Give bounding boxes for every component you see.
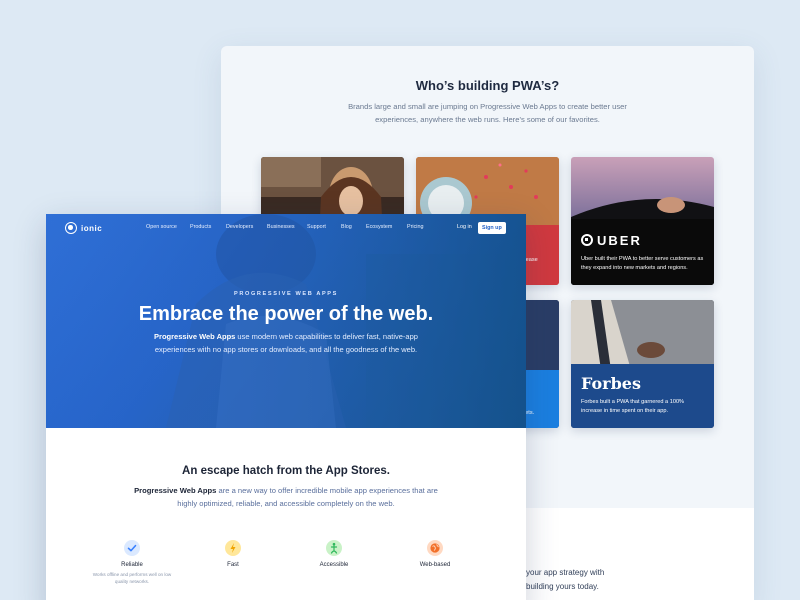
feature-accessible: Accessible (294, 540, 374, 568)
feature-subtext: Works offline and performs well on low q… (92, 572, 172, 584)
strategy-text-line1: your app strategy with (526, 568, 605, 577)
uber-mark-icon (581, 234, 593, 246)
lightning-icon (225, 540, 241, 556)
hero-section: ionic Open source Products Developers Bu… (46, 214, 526, 428)
showcase-description: Brands large and small are jumping on Pr… (348, 102, 627, 124)
nav-ecosystem[interactable]: Ecosystem (366, 224, 392, 230)
signup-button[interactable]: Sign up (478, 222, 506, 234)
accessibility-icon (326, 540, 342, 556)
strategy-text-line2: building yours today. (526, 582, 599, 591)
hero-kicker: PROGRESSIVE WEB APPS (234, 291, 338, 297)
feature-name: Reliable (121, 562, 143, 568)
nav-products[interactable]: Products (190, 224, 211, 230)
check-icon (124, 540, 140, 556)
forbes-tile-caption: Forbes built a PWA that garnered a 100% … (581, 399, 685, 414)
showcase-tile-uber[interactable]: UBER Uber built their PWA to better serv… (571, 157, 714, 285)
top-nav: ionic Open source Products Developers Bu… (46, 214, 526, 242)
escape-title: An escape hatch from the App Stores. (182, 465, 390, 477)
nav-blog[interactable]: Blog (341, 224, 352, 230)
nav-pricing[interactable]: Pricing (407, 224, 423, 230)
ionic-logo-icon (65, 222, 77, 234)
feature-web-based: Web-based (395, 540, 475, 568)
hero-title: Embrace the power of the web. (138, 303, 434, 325)
login-link[interactable]: Log in (457, 224, 472, 230)
nav-open-source[interactable]: Open source (146, 224, 177, 230)
escape-description: Progressive Web Apps are a new way to of… (134, 486, 438, 508)
ionic-pwa-landing-card: ionic Open source Products Developers Bu… (46, 214, 526, 600)
uber-logo: UBER (581, 233, 642, 248)
globe-icon (427, 540, 443, 556)
nav-businesses[interactable]: Businesses (267, 224, 295, 230)
nav-support[interactable]: Support (307, 224, 326, 230)
forbes-logo: Forbes (581, 374, 641, 393)
uber-tile-caption: Uber built their PWA to better serve cus… (581, 256, 704, 271)
ionic-wordmark: ionic (81, 223, 103, 233)
feature-name: Accessible (319, 562, 349, 568)
feature-name: Web-based (419, 562, 451, 568)
feature-fast: Fast (193, 540, 273, 568)
nav-developers[interactable]: Developers (226, 224, 253, 230)
showcase-title: Who’s building PWA’s? (415, 78, 560, 93)
showcase-tile-forbes[interactable]: Forbes Forbes built a PWA that garnered … (571, 300, 714, 428)
ionic-logo[interactable]: ionic (65, 221, 102, 235)
feature-name: Fast (227, 562, 239, 568)
hero-description: Progressive Web Apps use modern web capa… (154, 332, 418, 354)
feature-reliable: Reliable Works offline and performs well… (92, 540, 172, 585)
